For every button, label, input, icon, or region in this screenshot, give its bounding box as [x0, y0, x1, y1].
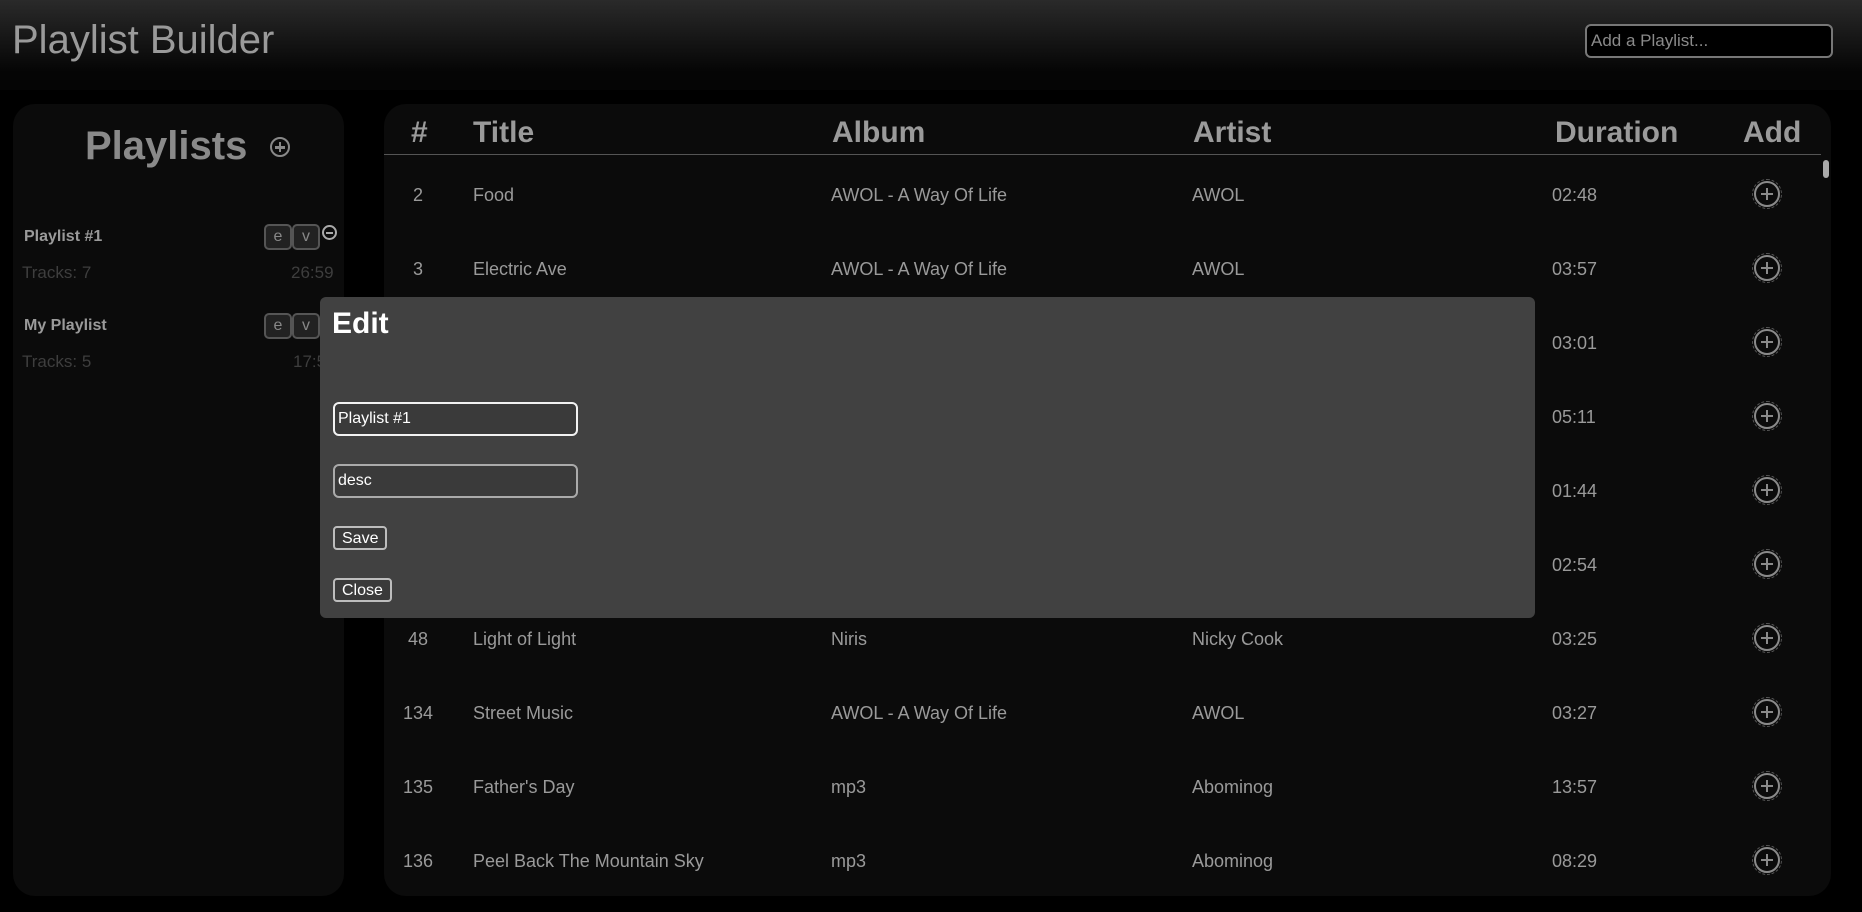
- table-row: 136 Peel Back The Mountain Sky mp3 Abomi…: [384, 824, 1821, 896]
- column-header-album: Album: [832, 116, 926, 149]
- track-number: 3: [412, 259, 423, 279]
- playlist-name-input[interactable]: [333, 402, 578, 436]
- track-title: Peel Back The Mountain Sky: [473, 851, 704, 871]
- track-duration: 03:25: [1552, 629, 1598, 649]
- track-album: mp3: [831, 777, 867, 797]
- column-header-title: Title: [473, 116, 535, 149]
- track-duration: 03:57: [1552, 259, 1598, 279]
- track-album: mp3: [831, 851, 867, 871]
- table-row: 2 Food AWOL - A Way Of Life AWOL 02:48: [384, 158, 1821, 232]
- playlist-description-input[interactable]: [333, 464, 578, 498]
- track-title: Street Music: [473, 703, 574, 723]
- close-button[interactable]: Close: [333, 578, 392, 602]
- track-duration: 01:44: [1552, 481, 1598, 501]
- add-track-icon[interactable]: [1752, 845, 1782, 875]
- track-artist: AWOL: [1192, 259, 1245, 279]
- playlist-track-count: Tracks: 7: [22, 263, 92, 282]
- scrollbar[interactable]: [1823, 160, 1829, 178]
- remove-playlist-icon[interactable]: [322, 225, 337, 240]
- track-duration: 02:48: [1552, 185, 1598, 205]
- add-track-icon[interactable]: [1752, 253, 1782, 283]
- track-artist: AWOL: [1192, 703, 1245, 723]
- track-album: AWOL - A Way Of Life: [831, 703, 1008, 723]
- add-playlist-input[interactable]: [1585, 24, 1833, 58]
- track-duration: 03:27: [1552, 703, 1598, 723]
- add-track-icon[interactable]: [1752, 179, 1782, 209]
- playlist-track-count: Tracks: 5: [22, 352, 92, 371]
- track-title: Food: [473, 185, 515, 205]
- track-album: AWOL - A Way Of Life: [831, 185, 1008, 205]
- header-divider: [384, 154, 1821, 155]
- track-title: Father's Day: [473, 777, 575, 797]
- table-row: 134 Street Music AWOL - A Way Of Life AW…: [384, 676, 1821, 750]
- playlist-name: Playlist #1: [24, 228, 103, 245]
- track-number: 2: [412, 185, 423, 205]
- playlist-name: My Playlist: [24, 317, 107, 334]
- view-playlist-button[interactable]: v: [292, 313, 320, 339]
- app-header: Playlist Builder: [0, 0, 1862, 90]
- playlist-duration: 26:59: [291, 263, 334, 282]
- save-button[interactable]: Save: [333, 526, 388, 550]
- edit-playlist-button[interactable]: e: [264, 313, 292, 339]
- track-duration: 03:01: [1552, 333, 1598, 353]
- track-number: 134: [402, 703, 434, 723]
- view-playlist-button[interactable]: v: [292, 224, 320, 250]
- add-track-icon[interactable]: [1752, 623, 1782, 653]
- sidebar-title: Playlists: [85, 124, 248, 168]
- add-track-icon[interactable]: [1752, 475, 1782, 505]
- add-track-icon[interactable]: [1752, 401, 1782, 431]
- track-artist: AWOL: [1192, 185, 1245, 205]
- track-number: 136: [402, 851, 434, 871]
- track-duration: 08:29: [1552, 851, 1598, 871]
- track-title: Electric Ave: [473, 259, 567, 279]
- track-duration: 05:11: [1552, 407, 1596, 427]
- track-artist: Abominog: [1192, 851, 1274, 871]
- add-track-icon[interactable]: [1752, 771, 1782, 801]
- add-track-icon[interactable]: [1752, 697, 1782, 727]
- table-row: 3 Electric Ave AWOL - A Way Of Life AWOL…: [384, 232, 1821, 306]
- edit-playlist-button[interactable]: e: [264, 224, 292, 250]
- track-artist: Abominog: [1192, 777, 1274, 797]
- track-duration: 13:57: [1552, 777, 1598, 797]
- playlists-sidebar: Playlists Playlist #1 e v Tracks: 7 26:5…: [13, 104, 344, 896]
- table-row: 135 Father's Day mp3 Abominog 13:57: [384, 750, 1821, 824]
- track-duration: 02:54: [1552, 555, 1598, 575]
- add-track-icon[interactable]: [1752, 327, 1782, 357]
- column-header-add: Add: [1743, 116, 1802, 149]
- track-number: 135: [402, 777, 434, 797]
- column-header-number: #: [411, 116, 428, 149]
- edit-playlist-modal: Edit Save Close: [320, 297, 1535, 618]
- column-header-duration: Duration: [1555, 116, 1679, 149]
- modal-title: Edit: [332, 307, 389, 340]
- track-album: AWOL - A Way Of Life: [831, 259, 1008, 279]
- app-title: Playlist Builder: [12, 18, 275, 62]
- add-track-icon[interactable]: [1752, 549, 1782, 579]
- column-header-artist: Artist: [1193, 116, 1272, 149]
- add-playlist-icon[interactable]: [270, 137, 290, 157]
